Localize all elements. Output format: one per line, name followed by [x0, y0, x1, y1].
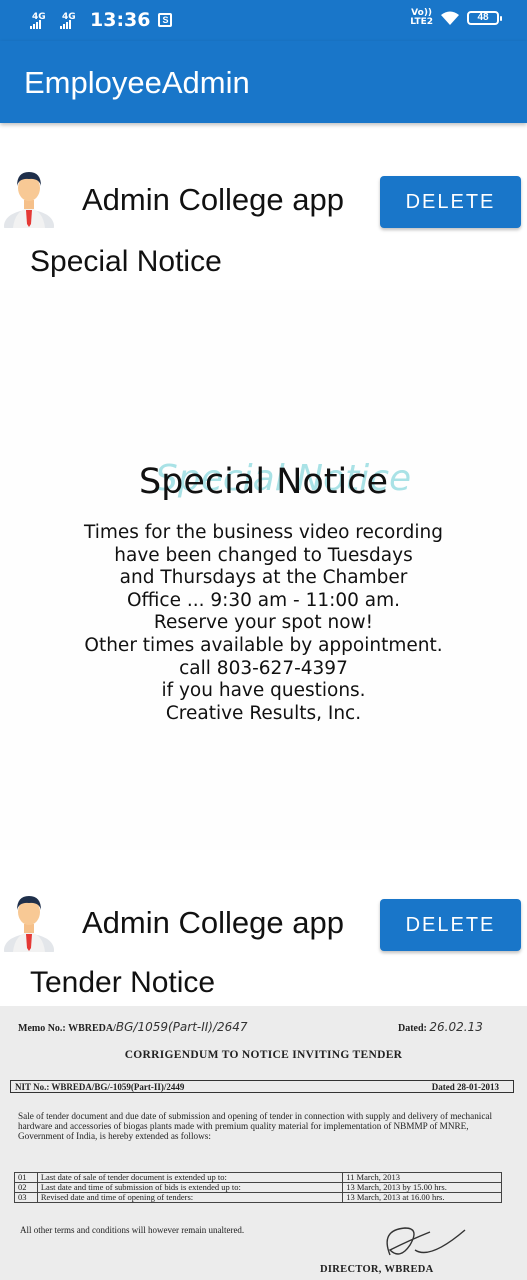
nit-box: NIT No.: WBREDA/BG/-1059(Part-II)/2449 D…: [10, 1080, 514, 1093]
post-author: Admin College app: [82, 905, 344, 940]
app-bar: EmployeeAdmin: [0, 41, 527, 123]
table-row: 03 Revised date and time of opening of t…: [14, 1192, 502, 1203]
signal-icon-2: 4G: [60, 11, 82, 29]
notice-title: Tender Notice: [30, 966, 216, 999]
table-row: 02 Last date and time of submission of b…: [14, 1182, 502, 1193]
signatory: DIRECTOR, WBREDA: [320, 1264, 434, 1275]
notice-image[interactable]: Memo No.: WBREDA/BG/1059(Part-II)/2647 D…: [0, 1006, 527, 1280]
status-bar: 4G 4G 13:36 S Vo)) LTE2 48: [0, 0, 527, 41]
document-paragraph: Sale of tender document and due date of …: [18, 1111, 493, 1141]
schedule-table: 01 Last date of sale of tender document …: [14, 1172, 502, 1203]
avatar-icon: [4, 172, 54, 228]
post-author: Admin College app: [82, 182, 344, 217]
delete-button[interactable]: DELETE: [380, 899, 521, 951]
notice-image[interactable]: Special Notice Special Notice Times for …: [0, 290, 527, 850]
memo-date: Dated: 26.02.13: [398, 1020, 483, 1034]
memo-number: Memo No.: WBREDA/BG/1059(Part-II)/2647: [18, 1020, 248, 1034]
battery-icon: 48: [467, 11, 502, 25]
status-time: 13:36: [90, 9, 151, 31]
volte-indicator: Vo)) LTE2: [410, 8, 433, 27]
signature-icon: [386, 1227, 466, 1256]
document-footer: All other terms and conditions will howe…: [20, 1225, 245, 1235]
image-body: Times for the business video recording h…: [84, 522, 443, 724]
avatar-icon: [4, 896, 54, 952]
wifi-icon: [441, 11, 459, 25]
delete-button[interactable]: DELETE: [380, 176, 521, 228]
signal-icon: 4G: [30, 11, 52, 29]
sim-icon: S: [158, 13, 173, 27]
document-title: CORRIGENDUM TO NOTICE INVITING TENDER: [124, 1049, 403, 1061]
image-heading: Special Notice: [138, 462, 389, 502]
notice-title: Special Notice: [30, 245, 222, 278]
app-title: EmployeeAdmin: [24, 65, 250, 100]
table-row: 01 Last date of sale of tender document …: [14, 1172, 502, 1183]
